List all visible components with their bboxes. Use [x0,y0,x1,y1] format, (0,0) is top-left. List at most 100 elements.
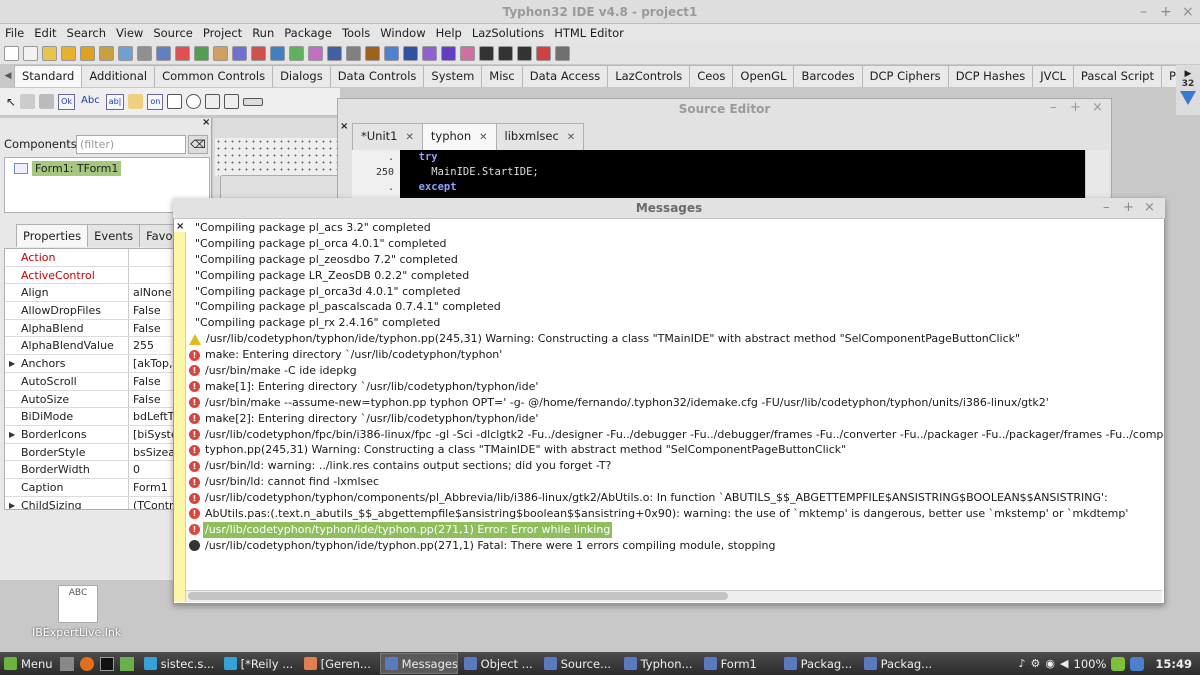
taskbar-item[interactable]: Packag... [860,653,938,674]
property-value[interactable]: [biSyste [129,426,178,443]
source-editor-dock-close-icon[interactable]: × [340,121,348,132]
taskbar-item[interactable]: Messages [379,653,458,674]
toolbar-icon-4[interactable] [61,45,76,61]
toolbar-icon-9[interactable] [156,45,171,61]
label-component-icon[interactable]: Abc [79,94,102,110]
messages-minimize-button[interactable]: – [1103,200,1110,215]
scrollbar-component-icon[interactable] [243,97,264,106]
message-line[interactable]: "Compiling package pl_acs 3.2" completed [189,220,1163,236]
mic-icon[interactable]: ♪ [1019,657,1026,670]
palette-tab-dcp-hashes[interactable]: DCP Hashes [947,65,1034,87]
palette-tab-ceos[interactable]: Ceos [689,65,734,87]
file-manager-icon[interactable] [119,656,134,671]
property-value[interactable]: 255 [129,337,154,354]
message-line[interactable]: "Compiling package pl_orca3d 4.0.1" comp… [189,284,1163,300]
menu-search[interactable]: Search [62,24,112,42]
toolbar-icon-19[interactable] [346,45,361,61]
shield-icon[interactable] [1130,656,1145,671]
toolbar-icon-28[interactable] [517,45,532,61]
clock[interactable]: 15:49 [1155,657,1192,671]
toolbar-icon-6[interactable] [99,45,114,61]
message-line[interactable]: ! /usr/lib/codetyphon/typhon/components/p… [189,490,1163,506]
toolbar-icon-10[interactable] [175,45,190,61]
property-value[interactable]: bsSizea [129,444,175,461]
oi-tab-events[interactable]: Events [87,224,141,247]
menu-edit[interactable]: Edit [29,24,61,42]
desktop-icon-label[interactable]: IBExpertLive.lnk [32,626,121,639]
message-line[interactable]: "Compiling package pl_rx 2.4.16" complet… [189,315,1163,331]
form1-designer-window[interactable] [220,175,340,199]
components-filter-input[interactable]: (filter) [76,135,186,154]
button-component-icon[interactable]: Ok [58,93,75,110]
firefox-icon[interactable] [79,656,94,671]
property-value[interactable]: bdLeftT [129,408,174,425]
terminal-icon[interactable] [99,656,114,671]
download-arrow-icon[interactable] [1180,91,1196,105]
toolbar-icon-12[interactable] [213,45,228,61]
object-inspector-close-icon[interactable]: × [202,118,212,128]
toolbar-icon-16[interactable] [289,45,304,61]
toolbar-icon-13[interactable] [232,45,247,61]
maximize-button[interactable]: + [1160,0,1172,24]
taskbar-item[interactable]: Form1 [700,653,778,674]
checkbox-component-icon[interactable] [167,94,183,109]
pointer-tool-icon[interactable]: ↖ [6,95,16,109]
volume-icon[interactable]: ◀ [1060,657,1068,670]
taskbar-item[interactable]: sistec.s... [140,653,218,674]
menu-window[interactable]: Window [375,24,430,42]
code-editor[interactable]: try MainIDE.StartIDE; except [400,150,1085,200]
expand-arrow-icon[interactable]: ▶ [9,355,15,372]
combobox-component-icon[interactable] [224,94,240,109]
listbox-component-icon[interactable] [205,94,221,109]
clear-filter-icon[interactable]: ⌫ [188,135,208,154]
message-line[interactable]: "Compiling package LR_ZeosDB 0.2.2" comp… [189,268,1163,284]
toolbar-icon-21[interactable] [384,45,399,61]
message-line[interactable]: ! /usr/bin/ld: warning: ../link.res conta… [189,458,1163,474]
toolbar-icon-14[interactable] [251,45,266,61]
source-editor-minimize-button[interactable]: – [1050,100,1057,115]
toolbar-icon-5[interactable] [80,45,95,61]
togglebox-component-icon[interactable]: on [147,93,164,110]
popupmenu-component-icon[interactable] [39,94,55,109]
close-button[interactable]: × [1182,0,1194,24]
message-line[interactable]: /usr/lib/codetyphon/typhon/ide/typhon.pp… [189,331,1163,347]
message-line[interactable]: ! make: Entering directory `/usr/lib/code… [189,347,1163,363]
palette-tab-lazcontrols[interactable]: LazControls [607,65,691,87]
palette-tab-misc[interactable]: Misc [481,65,523,87]
edit-component-icon[interactable]: ab| [105,93,125,110]
taskbar-item[interactable]: Source... [540,653,618,674]
radiobutton-component-icon[interactable] [186,94,202,109]
property-value[interactable]: False [129,391,161,408]
toolbar-icon-25[interactable] [460,45,475,61]
message-line[interactable]: /usr/lib/codetyphon/typhon/ide/typhon.pp… [189,538,1163,554]
palette-tab-data-access[interactable]: Data Access [521,65,609,87]
start-menu-button[interactable]: Menu [0,653,57,674]
palette-tab-additional[interactable]: Additional [81,65,156,87]
update-icon[interactable] [1111,656,1126,671]
oi-tab-properties[interactable]: Properties [16,224,89,247]
menu-source[interactable]: Source [148,24,198,42]
expand-arrow-icon[interactable]: ▶ [9,426,15,443]
messages-scroll-thumb[interactable] [188,592,728,600]
message-line[interactable]: ! AbUtils.pas:(.text.n_abutils_$$_abgette… [189,506,1163,522]
palette-tab-pascal-script[interactable]: Pascal Script [1072,65,1162,87]
message-line[interactable]: ! /usr/lib/codetyphon/fpc/bin/i386-linux/… [189,427,1163,443]
palette-tab-dcp-ciphers[interactable]: DCP Ciphers [861,65,949,87]
toolbar-icon-23[interactable] [422,45,437,61]
editor-vertical-scrollbar[interactable] [1085,150,1109,200]
minimize-button[interactable]: – [1140,0,1147,24]
expand-arrow-icon[interactable]: ▶ [9,497,15,509]
taskbar-item[interactable]: [Geren... [300,653,378,674]
toolbar-icon-27[interactable] [498,45,513,61]
source-editor-maximize-button[interactable]: + [1070,100,1081,115]
message-line[interactable]: ! make[2]: Entering directory `/usr/lib/c… [189,411,1163,427]
tab-close-icon[interactable]: ✕ [479,132,487,143]
property-value[interactable]: False [129,320,161,337]
menu-html-editor[interactable]: HTML Editor [549,24,629,42]
source-editor-close-button[interactable]: × [1092,100,1103,115]
property-value[interactable]: [akTop,a [129,355,179,372]
toolbar-icon-11[interactable] [194,45,209,61]
property-value[interactable]: False [129,302,161,319]
toolbar-icon-17[interactable] [308,45,323,61]
toolbar-icon-30[interactable] [555,45,570,61]
